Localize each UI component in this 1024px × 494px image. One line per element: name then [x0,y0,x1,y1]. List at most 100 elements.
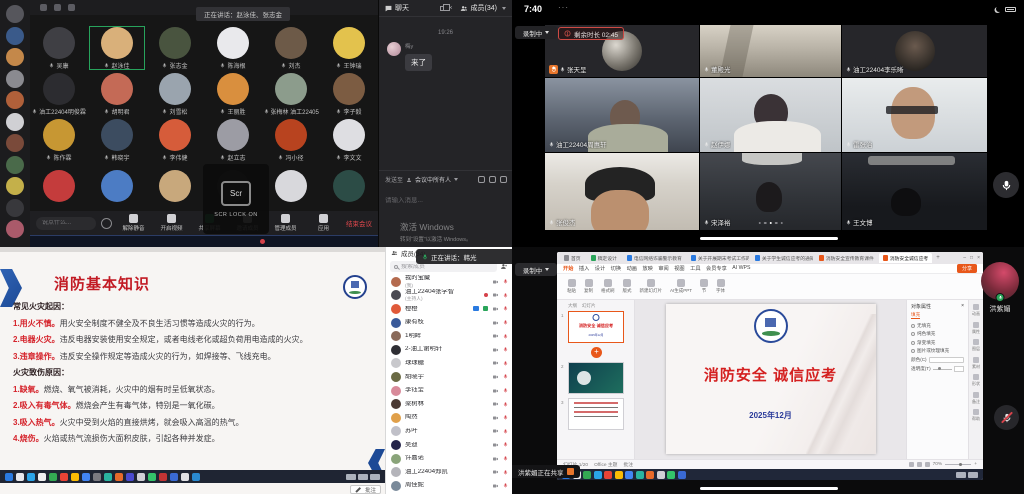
member-search-input[interactable] [401,264,493,270]
contact-avatar[interactable] [6,48,24,66]
fill-option[interactable]: 图片或纹理填充 [911,348,964,354]
add-slide-button[interactable]: + [591,347,602,358]
taskbar-app-icon[interactable] [678,471,686,479]
participant-tile[interactable]: 油工22404明俊霖 [30,71,88,117]
member-row[interactable]: 2-油工谢明轩 [386,343,512,357]
participant-tile[interactable]: 陈海根 [204,25,262,71]
new-tab-button[interactable]: + [934,255,942,261]
contact-avatar[interactable] [6,70,24,88]
side-rail-item[interactable]: 备注 [972,392,980,405]
tab-chat[interactable]: 聊天 [395,3,409,13]
participant-tile[interactable]: 冯小径 [262,117,320,163]
annotation-toolbar[interactable]: 批注 [350,485,381,494]
ribbon-tool[interactable]: 节 [700,279,708,295]
announce-icon[interactable] [500,176,507,183]
participant-tile[interactable] [320,163,378,209]
taskbar-app-icon[interactable] [104,473,112,481]
popout-icon[interactable] [440,6,445,11]
taskbar-app-icon[interactable] [657,471,665,479]
ribbon-tab[interactable]: 放映 [642,265,652,272]
alpha-slider[interactable] [933,369,952,370]
emoji-icon[interactable] [101,218,112,229]
toolbar-button[interactable]: 开启视频 [155,214,188,232]
quick-chat-input[interactable] [42,220,90,226]
contact-avatar[interactable] [6,113,24,131]
member-row[interactable]: 吴迪 [386,438,512,452]
taskbar-app-icon[interactable] [594,471,602,479]
ribbon-tab[interactable]: 开始 [563,265,573,272]
member-row[interactable]: 周佳妮 [386,479,512,493]
contact-avatar[interactable] [6,177,24,195]
side-rail-item[interactable]: 形状 [972,374,980,387]
member-row[interactable]: 苏叶 [386,425,512,439]
taskbar-app-icon[interactable] [615,471,623,479]
toolbar-button[interactable]: 管理成员 [269,214,302,232]
participant-tile[interactable] [262,163,320,209]
taskbar-app-icon[interactable] [625,471,633,479]
contact-avatar[interactable] [6,220,24,238]
side-rail-item[interactable]: 属性 [972,322,980,335]
participant-tile[interactable]: 李子毅 [320,71,378,117]
contact-avatar[interactable] [6,5,24,23]
document-tab[interactable]: 消防安全诚信应考 [879,253,932,263]
alpha-value-box[interactable] [954,366,964,372]
member-row[interactable]: 1明眸 [386,329,512,343]
ribbon-tool[interactable]: 版式 [623,279,632,295]
participant-tile[interactable]: 韩晓宇 [88,117,146,163]
video-tile[interactable]: 赵伊娜 [700,78,841,152]
mic-muted-button[interactable] [994,405,1019,430]
participant-tile[interactable]: 张志金 [146,25,204,71]
participant-tile[interactable] [88,163,146,209]
taskbar-app-icon[interactable] [27,473,35,481]
ribbon-tool[interactable]: 复制 [584,279,593,295]
toolbar-button[interactable]: 应用 [307,214,340,232]
recording-pill[interactable]: 录制中 [515,263,557,276]
ribbon-tab[interactable]: AI WPS [732,265,750,272]
participant-tile[interactable]: 胡明君 [88,71,146,117]
taskbar-app-icon[interactable] [170,473,178,481]
video-tile[interactable]: 张俊杰 [545,153,699,230]
contact-avatar[interactable] [6,156,24,174]
taskbar-app-icon[interactable] [583,471,591,479]
taskbar-app-icon[interactable] [667,471,675,479]
side-rail-item[interactable]: 动画 [972,304,980,317]
contact-avatar[interactable] [6,134,24,152]
member-row[interactable]: 陶然 [386,411,512,425]
mic-button[interactable] [993,172,1019,198]
view-sorter-icon[interactable] [917,462,922,467]
participant-tile[interactable]: 张梅林 油工22405 [262,71,320,117]
ribbon-tab[interactable]: 插入 [579,265,589,272]
add-member-icon[interactable] [500,263,508,270]
side-rail-item[interactable]: 图层 [972,339,980,352]
taskbar-app-icon[interactable] [60,473,68,481]
layout-icon[interactable] [68,4,75,11]
view-play-icon[interactable] [925,462,930,467]
participant-thumbnail[interactable]: 洪紫媚 [980,262,1020,314]
taskbar-app-icon[interactable] [126,473,134,481]
taskbar-app-icon[interactable] [181,473,189,481]
ribbon-tool[interactable]: 格式刷 [601,279,615,295]
member-row[interactable]: 球球糖 [386,357,512,371]
taskbar-app-icon[interactable] [159,473,167,481]
document-tab[interactable]: 稿定设计 [587,253,621,263]
member-row[interactable]: 油工22404张学智(主持人) [386,289,512,303]
document-tab[interactable]: 关于学生诚信应考的通知 [751,253,813,263]
current-slide[interactable]: 消防安全 诚信应考 2025年12月 [666,304,876,454]
recording-pill[interactable]: 录制中 [515,26,557,39]
contact-avatar[interactable] [6,199,24,217]
video-tile[interactable]: 油工22404李乐晰 [842,25,987,77]
send-to-selector[interactable]: 会议中所有人 [415,175,451,184]
slide-thumb-1[interactable]: 1 消防安全 诚信应考 2025年12月 [568,311,624,343]
taskbar-app-icon[interactable] [49,473,57,481]
taskbar-app-icon[interactable] [137,473,145,481]
slide-thumb-2[interactable]: 2 [568,362,624,394]
participant-tile[interactable]: 李文文 [320,117,378,163]
member-row[interactable]: 胡晓宇 [386,370,512,384]
side-rail-item[interactable]: 素材 [972,357,980,370]
tab-members[interactable]: 成员(34) [471,3,497,13]
app-menu-icon[interactable] [40,4,47,11]
member-row[interactable]: 康有枝 [386,316,512,330]
taskbar-app-icon[interactable] [93,473,101,481]
fill-option[interactable]: 渐变填充 [911,340,964,346]
video-tile[interactable]: 王文博 [842,153,987,230]
